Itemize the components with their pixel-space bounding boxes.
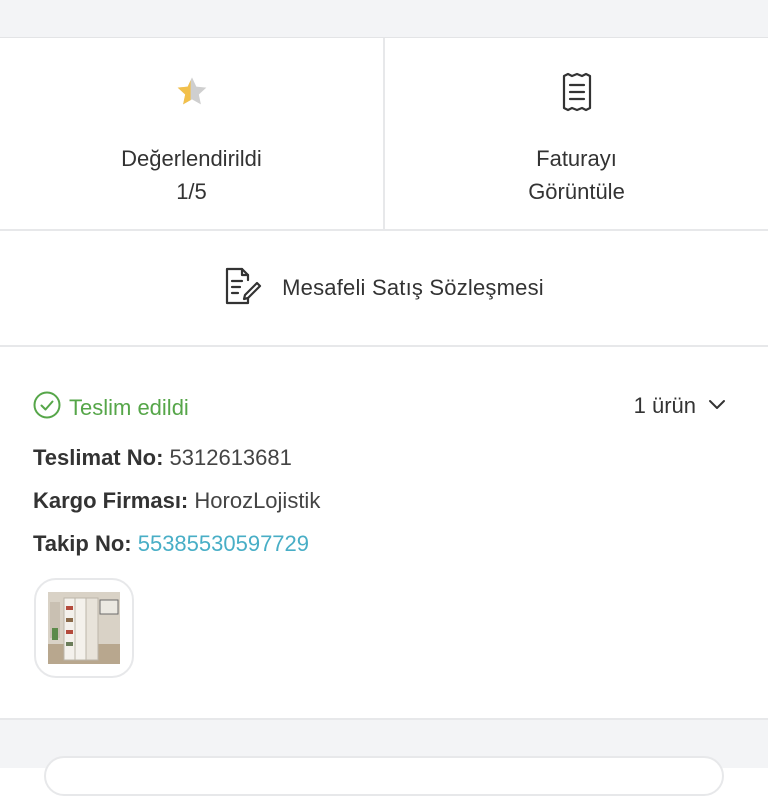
order-actions: Değerlendirildi 1/5 Faturayı Görüntüle [0, 38, 768, 231]
chevron-down-icon [708, 397, 726, 415]
product-thumbnail[interactable] [34, 578, 134, 678]
tracking-label: Takip No: [33, 531, 132, 556]
carrier-value: HorozLojistik [194, 488, 321, 513]
invoice-action[interactable]: Faturayı Görüntüle [383, 38, 768, 229]
product-image [48, 592, 120, 664]
carrier-label: Kargo Firması: [33, 488, 189, 513]
contract-edit-icon [224, 266, 262, 311]
carrier-row: Kargo Firması: HorozLojistik [33, 488, 320, 514]
status-text: Teslim edildi [69, 394, 189, 420]
rating-action[interactable]: Değerlendirildi 1/5 [0, 38, 383, 229]
distance-sales-contract-button[interactable]: Mesafeli Satış Sözleşmesi [0, 231, 768, 347]
check-circle-icon [33, 391, 61, 424]
star-icon [174, 72, 210, 112]
rating-label: Değerlendirildi 1/5 [121, 146, 262, 204]
delivery-card: Teslim edildi 1 ürün Teslimat No: 531261… [0, 347, 768, 720]
delivery-number-label: Teslimat No: [33, 445, 164, 470]
item-count-toggle[interactable]: 1 ürün [634, 393, 726, 419]
item-count: 1 ürün [633, 393, 696, 418]
delivery-number-row: Teslimat No: 5312613681 [33, 445, 292, 471]
contract-label: Mesafeli Satış Sözleşmesi [282, 275, 544, 300]
invoice-label: Faturayı Görüntüle [528, 146, 625, 204]
receipt-icon [559, 72, 595, 112]
delivery-number-value: 5312613681 [169, 445, 292, 470]
delivery-status: Teslim edildi [33, 391, 189, 424]
top-background [0, 0, 768, 38]
bottom-card [44, 756, 724, 796]
tracking-number-link[interactable]: 55385530597729 [138, 531, 309, 556]
tracking-row: Takip No: 55385530597729 [33, 531, 309, 557]
